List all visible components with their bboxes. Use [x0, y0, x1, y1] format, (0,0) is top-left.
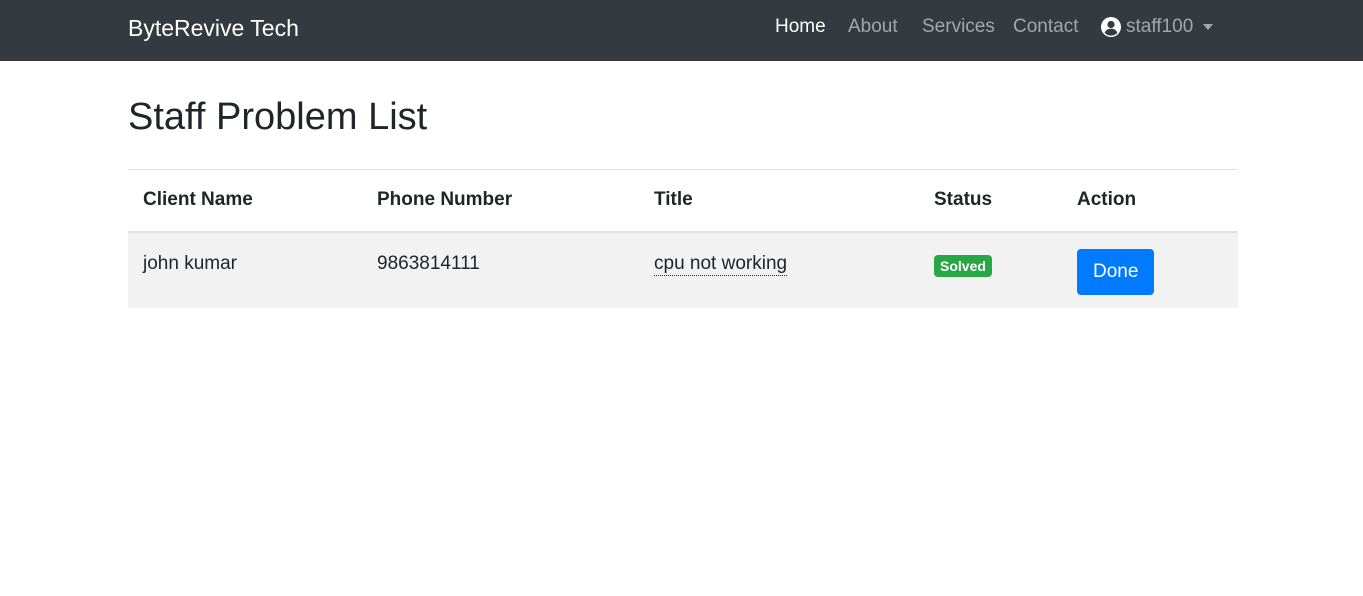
- brand-link[interactable]: ByteRevive Tech: [128, 13, 299, 43]
- top-navbar: ByteRevive Tech Home About Services Cont…: [0, 0, 1363, 61]
- nav-link-about[interactable]: About: [848, 15, 898, 39]
- done-button[interactable]: Done: [1077, 248, 1155, 295]
- user-circle-icon: [1101, 17, 1126, 37]
- cell-phone-number: 9863814111: [377, 252, 480, 274]
- problem-table: Client Name Phone Number Title Status Ac…: [128, 169, 1238, 308]
- username-label: staff100: [1126, 16, 1194, 37]
- column-header-action: Action: [1077, 189, 1137, 211]
- cell-action: Done: [1062, 232, 1238, 308]
- table-header-row: Client Name Phone Number Title Status Ac…: [128, 169, 1238, 232]
- column-header-status: Status: [934, 189, 993, 211]
- column-header-phone-number: Phone Number: [377, 189, 513, 211]
- problem-title-tooltip[interactable]: cpu not working: [654, 252, 788, 276]
- cell-client-name: john kumar: [143, 252, 237, 274]
- nav-link-contact[interactable]: Contact: [1013, 15, 1078, 39]
- column-header-title: Title: [654, 189, 693, 211]
- nav-link-services[interactable]: Services: [922, 15, 995, 39]
- column-header-client-name: Client Name: [143, 189, 253, 211]
- user-dropdown-toggle[interactable]: staff100: [1101, 15, 1214, 39]
- page-title: Staff Problem List: [128, 96, 428, 138]
- cell-title: cpu not working: [639, 232, 919, 308]
- problem-table-container: Client Name Phone Number Title Status Ac…: [128, 169, 1238, 308]
- table-row: john kumar 9863814111 cpu not working So…: [128, 231, 1238, 308]
- cell-status: Solved: [919, 232, 1062, 308]
- status-badge: Solved: [934, 254, 992, 277]
- nav-link-home[interactable]: Home: [775, 15, 826, 39]
- caret-down-icon: [1193, 24, 1214, 30]
